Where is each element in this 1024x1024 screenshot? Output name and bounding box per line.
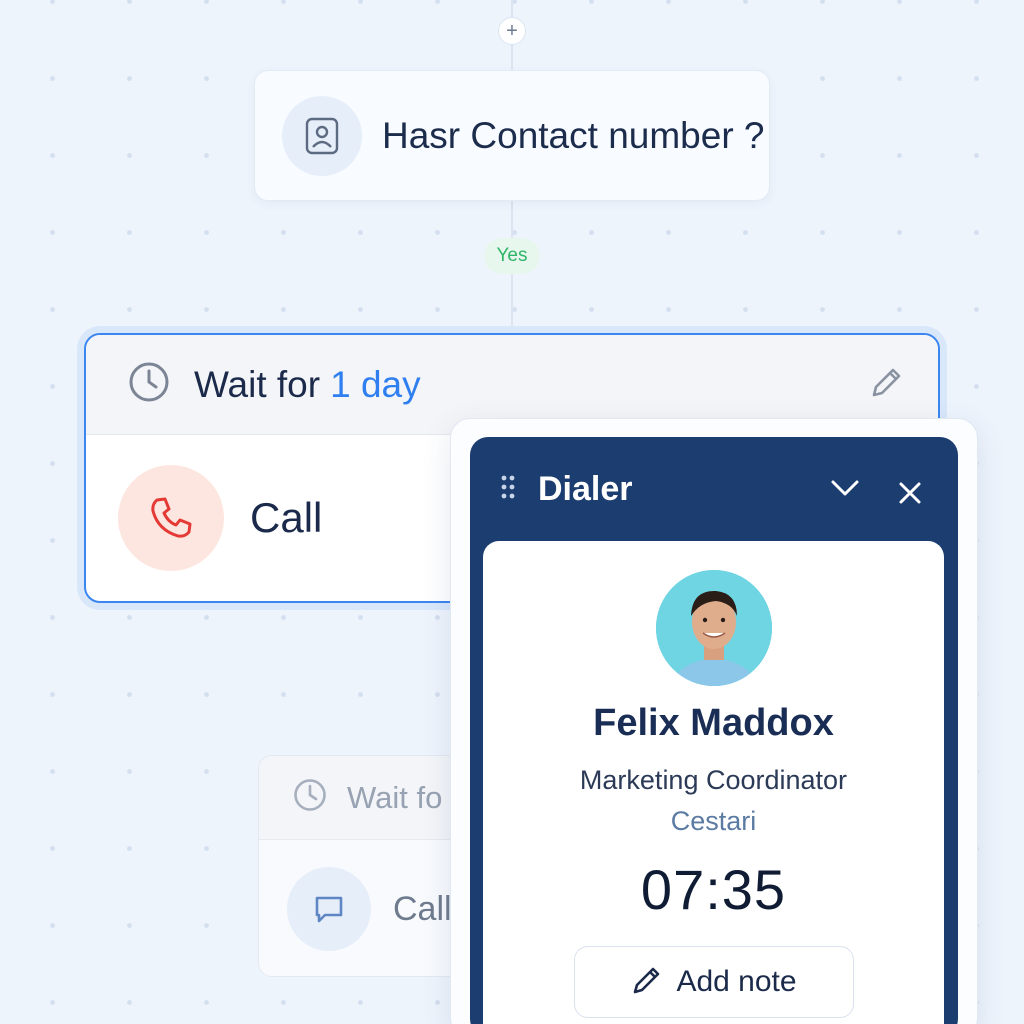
dialer-title: Dialer [538, 469, 633, 508]
faded-wait-title: Wait fo [347, 779, 443, 815]
edit-pencil-icon[interactable] [866, 363, 906, 408]
faded-call-label: Call [393, 889, 452, 928]
wait-title: Wait for 1 day [194, 364, 421, 406]
dialer-body: Felix Maddox Marketing Coordinator Cesta… [483, 541, 944, 1024]
wait-prefix: Wait for [194, 363, 321, 405]
contact-name: Felix Maddox [593, 702, 834, 744]
condition-title: Hasr Contact number ? [382, 114, 765, 156]
call-timer: 07:35 [640, 858, 787, 921]
avatar [655, 570, 772, 686]
close-icon[interactable] [898, 481, 922, 510]
call-label: Call [250, 494, 323, 541]
condition-node[interactable]: Hasr Contact number ? [254, 70, 770, 201]
contact-role: Marketing Coordinator [579, 765, 848, 795]
clock-icon [293, 778, 327, 817]
chat-bubble-icon [287, 867, 371, 951]
clock-icon [128, 361, 170, 408]
add-note-button[interactable]: Add note [573, 946, 854, 1018]
wait-duration[interactable]: 1 day [330, 364, 421, 405]
chevron-down-icon[interactable] [830, 478, 860, 503]
branch-label-yes: Yes [484, 238, 540, 274]
contact-card-icon [282, 95, 362, 176]
drag-handle-icon[interactable] [500, 474, 516, 505]
add-note-label: Add note [676, 965, 797, 998]
dialer-header[interactable]: Dialer [470, 437, 958, 541]
dialer-panel: Dialer Felix Maddox Marketing Coordinato… [470, 437, 958, 1024]
phone-icon [118, 465, 224, 571]
add-step-button[interactable]: + [498, 17, 526, 45]
contact-company: Cestari [670, 806, 757, 836]
pencil-icon [630, 963, 664, 1002]
